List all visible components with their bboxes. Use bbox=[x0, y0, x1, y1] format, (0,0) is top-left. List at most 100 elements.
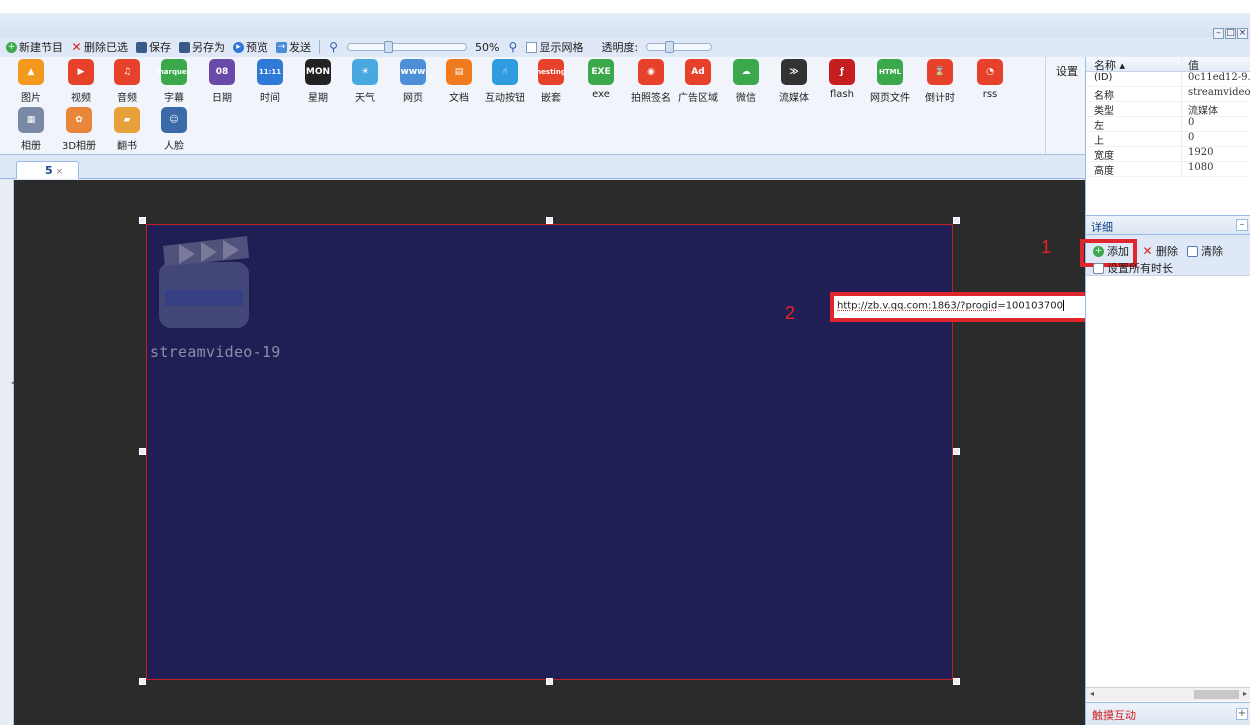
add-button[interactable]: + 添加 bbox=[1080, 239, 1137, 267]
resize-handle-bottom-right[interactable] bbox=[953, 678, 960, 685]
settings-button[interactable]: 设置 bbox=[1056, 63, 1078, 79]
palette-item-label: 3D相册 bbox=[61, 141, 97, 152]
scroll-right-icon[interactable]: ▸ bbox=[1243, 689, 1247, 698]
palette-item-label: 互动按钮 bbox=[485, 93, 525, 104]
left-collapse-bar[interactable] bbox=[0, 180, 14, 725]
save-button[interactable]: 保存 bbox=[136, 39, 171, 55]
preview-label: 预览 bbox=[246, 41, 268, 54]
show-grid-checkbox[interactable] bbox=[526, 41, 538, 53]
tab-close-icon[interactable]: × bbox=[56, 167, 64, 177]
horizontal-scrollbar[interactable]: ◂ ▸ bbox=[1086, 687, 1250, 701]
maximize-icon[interactable]: □ bbox=[1225, 28, 1236, 39]
palette-item[interactable]: ♫ 音频 bbox=[102, 59, 152, 104]
column-header-name[interactable]: 名称 ▴ bbox=[1086, 57, 1182, 71]
property-row[interactable]: 高度 1080 bbox=[1086, 162, 1250, 177]
minimize-icon[interactable]: – bbox=[1213, 28, 1224, 39]
new-program-label: 新建节目 bbox=[19, 41, 63, 54]
property-value[interactable]: streamvideo... bbox=[1182, 87, 1250, 101]
tab-label: 5 bbox=[45, 164, 53, 177]
palette-item[interactable]: ▤ 文档 bbox=[434, 59, 484, 104]
palette-item-label: 相册 bbox=[21, 141, 41, 152]
send-button[interactable]: → 发送 bbox=[276, 39, 311, 55]
palette-item[interactable]: ☀ 天气 bbox=[340, 59, 390, 104]
property-value[interactable]: 1920 bbox=[1182, 147, 1250, 161]
palette-item[interactable]: 11:11 时间 bbox=[245, 59, 295, 104]
tab-program-5[interactable]: 5 × bbox=[16, 161, 79, 179]
scroll-left-icon[interactable]: ◂ bbox=[1090, 689, 1094, 698]
url-part-param: progid bbox=[965, 300, 998, 312]
palette-item[interactable]: 08 日期 bbox=[197, 59, 247, 104]
resize-handle-top-right[interactable] bbox=[953, 217, 960, 224]
resize-handle-top[interactable] bbox=[546, 217, 553, 224]
3d-album-icon: ✿ bbox=[66, 107, 92, 133]
property-row[interactable]: 类型 流媒体 bbox=[1086, 102, 1250, 117]
new-program-button[interactable]: + 新建节目 bbox=[6, 39, 63, 55]
palette-item[interactable]: nesting 嵌套 bbox=[526, 59, 576, 104]
zoom-out-button[interactable]: ⚲ bbox=[328, 39, 339, 54]
toolbar-separator bbox=[319, 40, 320, 54]
property-row[interactable]: 名称streamvideo... bbox=[1086, 87, 1250, 102]
url-input[interactable]: http://zb.v.qq.com:1863/?progid=10010370… bbox=[837, 300, 1064, 312]
save-as-button[interactable]: 另存为 bbox=[179, 39, 225, 55]
zoom-slider[interactable] bbox=[347, 41, 467, 53]
palette-item[interactable]: MON 星期 bbox=[293, 59, 343, 104]
palette-item[interactable]: marquee 字幕 bbox=[149, 59, 199, 104]
property-value[interactable]: 0 bbox=[1182, 132, 1250, 146]
delete-selected-button[interactable]: ✕ 删除已选 bbox=[71, 39, 128, 55]
flash-icon: ƒ bbox=[829, 59, 855, 85]
resize-handle-bottom-left[interactable] bbox=[139, 678, 146, 685]
delete-button[interactable]: ✕ 删除 bbox=[1142, 243, 1178, 259]
zoom-out-icon: ⚲ bbox=[329, 39, 338, 54]
palette-item[interactable]: www 网页 bbox=[388, 59, 438, 104]
zoom-in-icon: ⚲ bbox=[508, 39, 518, 54]
palette-item-label: 流媒体 bbox=[779, 93, 809, 104]
palette-item[interactable]: ƒ flash bbox=[817, 59, 867, 100]
palette-item[interactable]: ◉ 拍照签名 bbox=[626, 59, 676, 104]
canvas-element-label: streamvideo-19 bbox=[150, 343, 281, 361]
palette-item[interactable]: ☁ 微信 bbox=[721, 59, 771, 104]
scrollbar-thumb[interactable] bbox=[1194, 690, 1239, 699]
resize-handle-bottom[interactable] bbox=[546, 678, 553, 685]
property-row[interactable]: 上0 bbox=[1086, 132, 1250, 147]
palette-item[interactable]: ◔ rss bbox=[965, 59, 1015, 100]
palette-item-label: 文档 bbox=[449, 93, 469, 104]
property-value[interactable]: 1080 bbox=[1182, 162, 1250, 176]
palette-item[interactable]: ≫ 流媒体 bbox=[769, 59, 819, 104]
opacity-slider[interactable] bbox=[646, 41, 713, 53]
palette-item[interactable]: HTML 网页文件 bbox=[865, 59, 915, 104]
set-all-duration-button[interactable]: 设置所有时长 bbox=[1093, 260, 1173, 276]
exe-icon: EXE bbox=[588, 59, 614, 85]
column-header-value[interactable]: 值 bbox=[1182, 57, 1250, 71]
touch-interaction-header[interactable]: 触摸互动 + bbox=[1086, 702, 1250, 725]
palette-item[interactable]: ☝ 互动按钮 bbox=[480, 59, 530, 104]
expand-icon[interactable]: + bbox=[1236, 708, 1248, 720]
close-icon[interactable]: × bbox=[1237, 28, 1248, 39]
resize-handle-left[interactable] bbox=[139, 448, 146, 455]
opacity-slider-knob[interactable] bbox=[665, 41, 675, 53]
palette-item[interactable]: ⌛ 倒计时 bbox=[915, 59, 965, 104]
show-grid-toggle[interactable]: 显示网格 bbox=[526, 39, 583, 55]
property-row[interactable]: 宽度 1920 bbox=[1086, 147, 1250, 162]
preview-button[interactable]: ▸ 预览 bbox=[233, 39, 268, 55]
palette-item[interactable]: ▲ 图片 bbox=[6, 59, 56, 104]
palette-item-label: 图片 bbox=[21, 93, 41, 104]
palette-item[interactable]: ▰ 翻书 bbox=[102, 107, 152, 152]
clear-button[interactable]: 清除 bbox=[1187, 243, 1223, 259]
property-value[interactable]: 流媒体 bbox=[1182, 102, 1250, 116]
property-value[interactable]: 0 bbox=[1182, 117, 1250, 131]
palette-item[interactable]: Ad 广告区域 bbox=[673, 59, 723, 104]
palette-item[interactable]: ✿ 3D相册 bbox=[54, 107, 104, 152]
property-value[interactable]: 0c11ed12-9... bbox=[1182, 72, 1250, 86]
add-icon: + bbox=[6, 41, 17, 53]
property-row[interactable]: (ID)0c11ed12-9... bbox=[1086, 72, 1250, 87]
palette-item[interactable]: ▶ 视频 bbox=[56, 59, 106, 104]
collapse-icon[interactable]: – bbox=[1236, 219, 1248, 231]
resize-handle-top-left[interactable] bbox=[139, 217, 146, 224]
resize-handle-right[interactable] bbox=[953, 448, 960, 455]
zoom-slider-knob[interactable] bbox=[384, 41, 393, 53]
palette-item[interactable]: EXE exe bbox=[576, 59, 626, 100]
palette-item[interactable]: ☺ 人脸 bbox=[149, 107, 199, 152]
palette-item[interactable]: ▦ 相册 bbox=[6, 107, 56, 152]
property-row[interactable]: 左0 bbox=[1086, 117, 1250, 132]
zoom-in-button[interactable]: ⚲ bbox=[507, 39, 518, 54]
